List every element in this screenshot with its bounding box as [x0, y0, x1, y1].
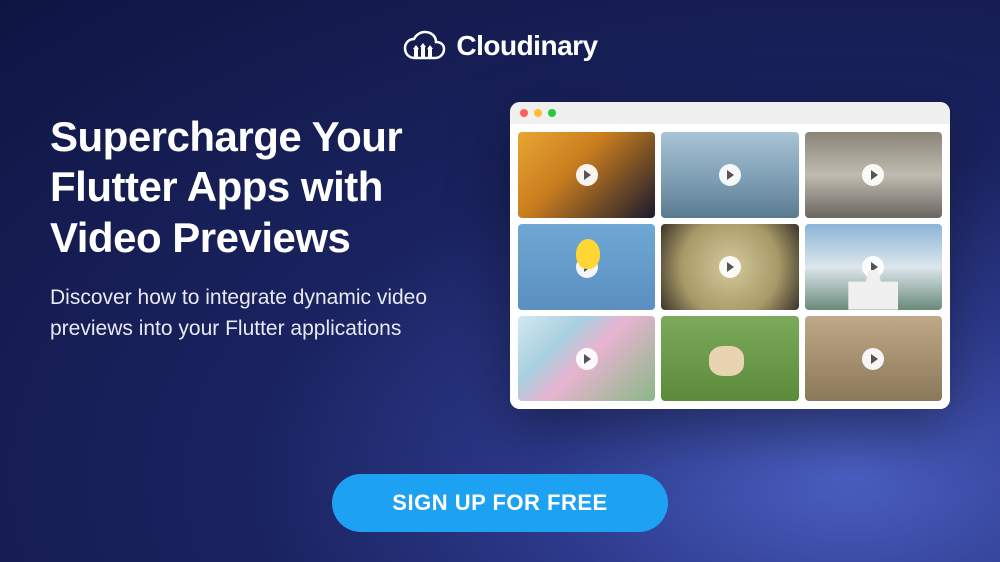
- video-thumbnail: [661, 224, 798, 310]
- window-close-dot: [520, 109, 528, 117]
- browser-titlebar: [510, 102, 950, 124]
- preview-column: [510, 102, 950, 454]
- text-column: Supercharge Your Flutter Apps with Video…: [50, 102, 470, 454]
- video-thumbnail: [661, 316, 798, 402]
- capitol-shape: [848, 270, 898, 310]
- video-thumbnail: [518, 224, 655, 310]
- play-icon: [862, 348, 884, 370]
- headline: Supercharge Your Flutter Apps with Video…: [50, 112, 470, 263]
- window-minimize-dot: [534, 109, 542, 117]
- brand-name: Cloudinary: [456, 30, 597, 62]
- video-thumbnail: [805, 224, 942, 310]
- video-thumbnail-grid: [510, 124, 950, 409]
- play-icon: [719, 256, 741, 278]
- video-thumbnail: [518, 132, 655, 218]
- balloon-shape: [576, 239, 600, 269]
- browser-mockup: [510, 102, 950, 409]
- play-icon: [576, 164, 598, 186]
- play-icon: [862, 164, 884, 186]
- cloudinary-cloud-icon: [402, 30, 446, 62]
- play-icon: [576, 348, 598, 370]
- window-maximize-dot: [548, 109, 556, 117]
- cta-row: SIGN UP FOR FREE: [50, 474, 950, 532]
- video-thumbnail: [661, 132, 798, 218]
- signup-button[interactable]: SIGN UP FOR FREE: [332, 474, 667, 532]
- video-thumbnail: [805, 316, 942, 402]
- subheadline: Discover how to integrate dynamic video …: [50, 283, 470, 344]
- promo-banner: Cloudinary Supercharge Your Flutter Apps…: [0, 0, 1000, 562]
- play-icon: [719, 164, 741, 186]
- brand-logo: Cloudinary: [50, 30, 950, 62]
- video-thumbnail: [805, 132, 942, 218]
- video-thumbnail: [518, 316, 655, 402]
- dog-shape: [709, 346, 744, 376]
- content-row: Supercharge Your Flutter Apps with Video…: [50, 102, 950, 454]
